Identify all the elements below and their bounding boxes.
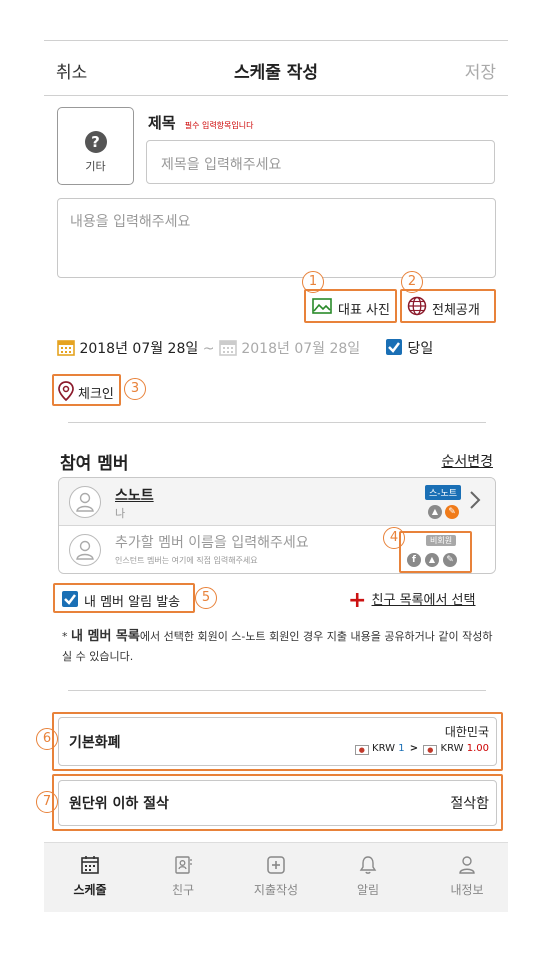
avatar <box>69 486 101 518</box>
visibility-button[interactable]: 전체공개 <box>400 289 496 323</box>
currency-country: 대한민국 <box>444 725 489 739</box>
header-divider <box>44 95 508 96</box>
exchange-rate: ● KRW 1 > ● KRW 1.00 <box>354 743 489 755</box>
notify-members-toggle[interactable]: 내 멤버 알림 발송 <box>53 583 195 613</box>
tab-notifications[interactable]: 알림 <box>318 855 418 898</box>
to-value: 1.00 <box>466 743 489 754</box>
tab-friends[interactable]: 친구 <box>133 855 233 898</box>
currency-label: 기본화폐 <box>69 735 121 751</box>
same-day-toggle[interactable]: 당일 <box>385 338 433 358</box>
date-separator: ~ <box>202 341 215 357</box>
checkin-label: 체크인 <box>78 387 114 402</box>
friend-select-label: 친구 목록에서 선택 <box>371 593 476 608</box>
edit-icon[interactable]: ✎ <box>445 505 459 519</box>
content-textarea[interactable]: 내용을 입력해주세요 <box>57 198 496 278</box>
facebook-icon[interactable]: f <box>407 553 421 567</box>
save-button[interactable]: 저장 <box>465 58 496 83</box>
members-heading: 참여 멤버 <box>60 454 129 474</box>
edit-icon[interactable]: ✎ <box>443 553 457 567</box>
rounding-label: 원단위 이하 절삭 <box>69 796 169 812</box>
tab-label: 스케줄 <box>73 883 107 897</box>
required-note: 필수 입력항목입니다 <box>184 121 254 130</box>
calendar-end-icon[interactable] <box>219 338 237 356</box>
image-icon <box>312 298 332 314</box>
member-name-input[interactable]: 추가할 멤버 이름을 입력해주세요 <box>115 532 309 552</box>
notify-label: 내 멤버 알림 발송 <box>84 595 181 610</box>
tab-label: 지출작성 <box>253 883 299 897</box>
tab-label: 내정보 <box>450 883 484 897</box>
chevron-right-icon[interactable] <box>469 490 481 510</box>
notification-icon[interactable]: ▲ <box>428 505 442 519</box>
avatar <box>69 534 101 566</box>
title-placeholder: 제목을 입력해주세요 <box>161 157 282 173</box>
plus-square-icon <box>267 856 285 874</box>
checkbox-checked-icon <box>62 591 78 607</box>
from-value: 1 <box>398 743 405 754</box>
section-divider-2 <box>68 690 486 691</box>
location-pin-icon <box>58 381 74 401</box>
checkbox-checked-icon <box>386 339 402 355</box>
to-code: KRW <box>440 743 464 754</box>
annotation-5: 5 <box>195 587 217 609</box>
checkin-button[interactable]: 체크인 <box>52 374 121 406</box>
category-label: 기타 <box>85 160 106 173</box>
member-badge-guest: 비회원 <box>426 535 457 546</box>
tab-write-expense[interactable]: 지출작성 <box>226 855 326 898</box>
from-code: KRW <box>372 743 396 754</box>
bell-icon <box>359 856 377 874</box>
rounding-value: 절삭함 <box>450 796 489 812</box>
members-note: * 내 멤버 목록에서 선택한 회원이 스-노트 회원인 경우 지출 내용을 공… <box>62 629 493 663</box>
arrow-right-icon: > <box>409 743 419 754</box>
top-divider <box>44 40 508 41</box>
contact-icon <box>175 856 192 874</box>
start-date[interactable]: 2018년 07월 28일 <box>79 341 198 357</box>
member-name: 스노트 <box>115 488 154 504</box>
photo-button[interactable]: 대표 사진 <box>304 289 397 323</box>
nonmember-options: 비회원 f ▲ ✎ <box>399 531 472 573</box>
title-label-row: 제목 필수 입력항목입니다 <box>148 112 254 133</box>
tab-label: 친구 <box>171 883 195 897</box>
person-icon <box>459 856 475 874</box>
korea-flag-icon: ● <box>354 745 369 755</box>
notification-icon[interactable]: ▲ <box>425 553 439 567</box>
end-date[interactable]: 2018년 07월 28일 <box>241 341 360 357</box>
title-label: 제목 <box>148 114 176 132</box>
same-day-label: 당일 <box>407 341 434 357</box>
photo-label: 대표 사진 <box>338 303 390 318</box>
section-divider-1 <box>68 422 486 423</box>
member-sub: 인스턴트 멤버는 여기에 직접 입력해주세요 <box>115 556 258 565</box>
date-row: 2018년 07월 28일 ~ 2018년 07월 28일 <box>57 338 360 360</box>
content-placeholder: 내용을 입력해주세요 <box>70 214 191 230</box>
calendar-start-icon[interactable] <box>57 338 75 356</box>
reorder-link[interactable]: 순서변경 <box>441 451 493 471</box>
members-note-emphasis: 내 멤버 목록 <box>71 629 140 644</box>
title-input[interactable]: 제목을 입력해주세요 <box>146 140 495 184</box>
tab-my-info[interactable]: 내정보 <box>417 855 517 898</box>
rounding-row[interactable]: 원단위 이하 절삭 절삭함 <box>52 774 503 831</box>
globe-icon <box>407 296 427 316</box>
member-row-self[interactable]: 스노트 나 스-노트 ▲ ✎ <box>59 478 495 526</box>
tab-schedule[interactable]: 스케줄 <box>40 855 140 898</box>
question-icon: ? <box>84 131 107 153</box>
plus-icon: + <box>348 588 367 613</box>
currency-row[interactable]: 기본화폐 대한민국 ● KRW 1 > ● KRW 1.00 <box>52 712 503 771</box>
visibility-label: 전체공개 <box>432 303 480 318</box>
annotation-3: 3 <box>124 378 146 400</box>
tab-label: 알림 <box>356 883 380 897</box>
calendar-icon <box>81 856 99 874</box>
category-button[interactable]: ? 기타 <box>57 107 134 185</box>
korea-flag-icon: ● <box>423 745 438 755</box>
friend-select-link[interactable]: + 친구 목록에서 선택 <box>348 588 475 613</box>
member-sub: 나 <box>115 507 126 520</box>
member-badge-snote: 스-노트 <box>425 485 462 500</box>
